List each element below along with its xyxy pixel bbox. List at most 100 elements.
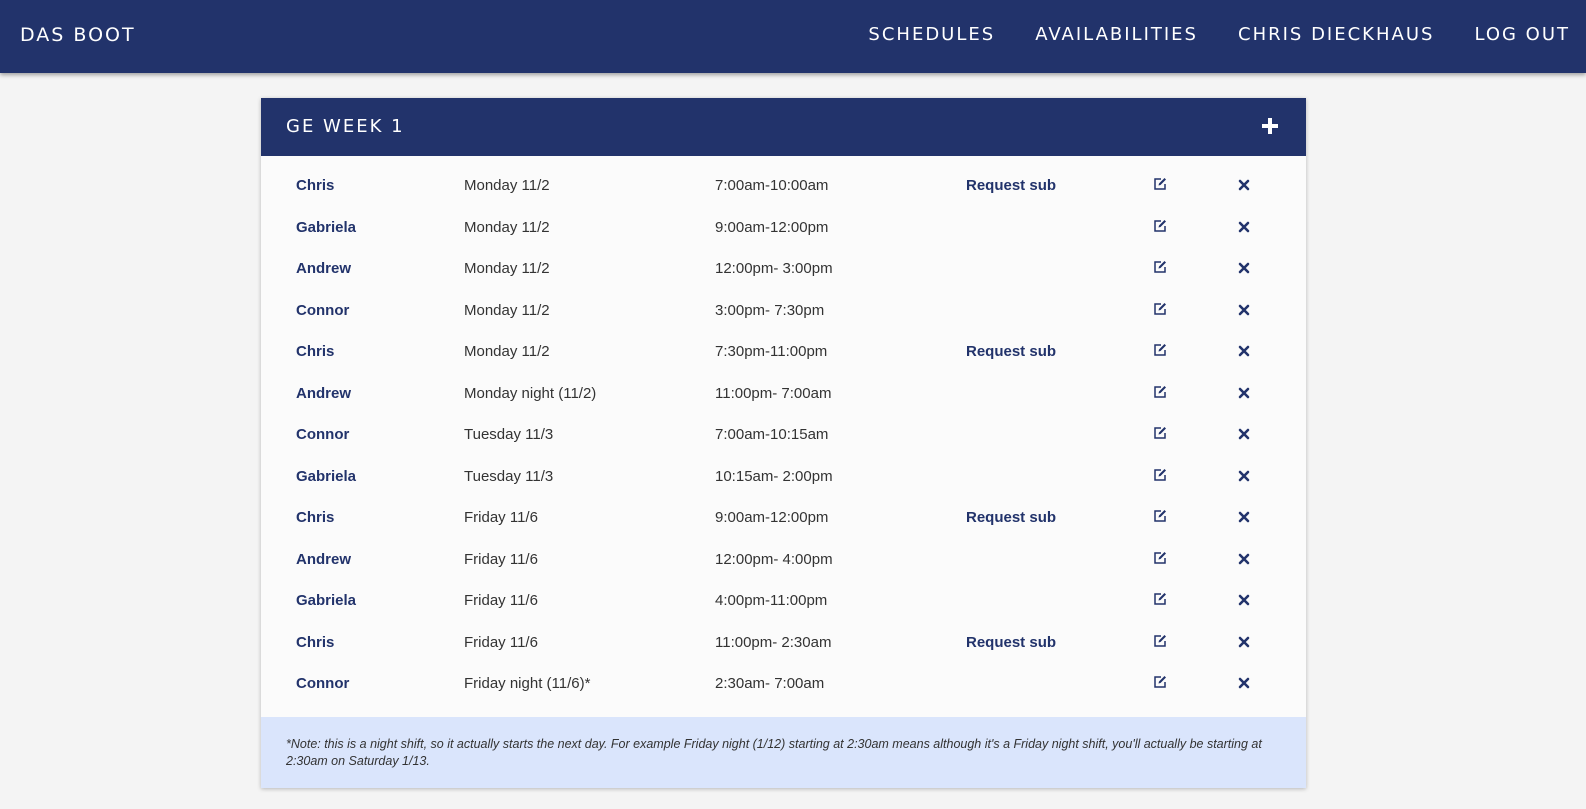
request-sub-link[interactable]: Request sub bbox=[966, 343, 1056, 360]
table-row: Andrew Monday 11/2 12:00pm- 3:00pm bbox=[261, 248, 1306, 290]
shift-time: 4:00pm-11:00pm bbox=[715, 592, 828, 609]
edit-shift-button[interactable] bbox=[1153, 468, 1167, 482]
shift-employee-name: Andrew bbox=[296, 550, 352, 568]
shift-list: Chris Monday 11/2 7:00am-10:00am Request su… bbox=[261, 165, 1306, 705]
shift-time: 7:00am-10:15am bbox=[715, 426, 829, 443]
close-icon bbox=[1238, 677, 1250, 689]
close-icon bbox=[1238, 428, 1250, 440]
delete-shift-button[interactable] bbox=[1238, 386, 1252, 400]
delete-shift-button[interactable] bbox=[1238, 510, 1252, 524]
table-row: Gabriela Friday 11/6 4:00pm-11:00pm bbox=[261, 580, 1306, 622]
panel-title: GE WEEK 1 bbox=[286, 116, 405, 137]
nav-link-availabilities[interactable]: AVAILABILITIES bbox=[1035, 24, 1198, 45]
top-navbar: DAS BOOT SCHEDULES AVAILABILITIES CHRIS … bbox=[0, 0, 1586, 73]
close-icon bbox=[1238, 470, 1250, 481]
shift-time: 7:00am-10:00am bbox=[715, 177, 829, 194]
edit-icon bbox=[1154, 551, 1166, 564]
shift-day: Monday 11/2 bbox=[464, 301, 550, 319]
request-sub-link[interactable]: Request sub bbox=[966, 177, 1056, 194]
delete-shift-button[interactable] bbox=[1238, 427, 1252, 441]
edit-icon bbox=[1154, 344, 1166, 356]
shift-employee-name: Chris bbox=[296, 633, 335, 651]
shift-day: Friday 11/6 bbox=[464, 509, 538, 526]
delete-shift-button[interactable] bbox=[1238, 593, 1252, 607]
shift-employee-name: Andrew bbox=[296, 384, 352, 402]
table-row: Gabriela Tuesday 11/3 10:15am- 2:00pm bbox=[261, 456, 1306, 498]
request-sub-link[interactable]: Request sub bbox=[966, 509, 1056, 526]
edit-shift-button[interactable] bbox=[1153, 219, 1167, 233]
shift-time: 12:00pm- 4:00pm bbox=[715, 550, 833, 568]
delete-shift-button[interactable] bbox=[1238, 635, 1252, 649]
table-row: Connor Monday 11/2 3:00pm- 7:30pm bbox=[261, 290, 1306, 332]
delete-shift-button[interactable] bbox=[1238, 220, 1252, 234]
close-icon bbox=[1238, 262, 1250, 274]
edit-shift-button[interactable] bbox=[1153, 509, 1167, 523]
night-shift-note: *Note: this is a night shift, so it actu… bbox=[261, 717, 1306, 788]
shift-day: Monday night (11/2) bbox=[464, 384, 597, 402]
nav-link-log-out[interactable]: LOG OUT bbox=[1474, 24, 1570, 45]
close-icon bbox=[1238, 553, 1250, 564]
shift-employee-name: Gabriela bbox=[296, 467, 357, 485]
table-row: Connor Tuesday 11/3 7:00am-10:15am bbox=[261, 414, 1306, 456]
delete-shift-button[interactable] bbox=[1238, 552, 1252, 566]
edit-shift-button[interactable] bbox=[1153, 634, 1167, 648]
table-row: Andrew Monday night (11/2) 11:00pm- 7:00am bbox=[261, 373, 1306, 415]
delete-shift-button[interactable] bbox=[1238, 303, 1252, 317]
edit-shift-button[interactable] bbox=[1153, 385, 1167, 399]
close-icon bbox=[1238, 179, 1250, 191]
shift-employee-name: Connor bbox=[296, 426, 350, 443]
edit-shift-button[interactable] bbox=[1153, 675, 1167, 689]
delete-shift-button[interactable] bbox=[1238, 344, 1252, 358]
shift-day: Friday 11/6 bbox=[464, 550, 538, 568]
delete-shift-button[interactable] bbox=[1238, 676, 1252, 690]
shift-day: Monday 11/2 bbox=[464, 177, 550, 194]
delete-shift-button[interactable] bbox=[1238, 178, 1252, 192]
edit-shift-button[interactable] bbox=[1153, 260, 1167, 274]
shift-time: 11:00pm- 7:00am bbox=[715, 384, 832, 402]
brand-link[interactable]: DAS BOOT bbox=[20, 24, 136, 46]
table-row: Chris Monday 11/2 7:30pm-11:00pm Request su… bbox=[261, 331, 1306, 373]
close-icon bbox=[1238, 221, 1250, 232]
add-shift-button[interactable] bbox=[1258, 112, 1282, 140]
edit-shift-button[interactable] bbox=[1153, 551, 1167, 565]
shift-day: Tuesday 11/3 bbox=[464, 467, 554, 485]
schedule-panel: GE WEEK 1 Chris Monday 11/2 7:00am-10:00am… bbox=[261, 98, 1306, 788]
close-icon bbox=[1238, 345, 1250, 357]
edit-icon bbox=[1154, 385, 1166, 398]
request-sub-link[interactable]: Request sub bbox=[966, 634, 1056, 651]
close-icon bbox=[1238, 511, 1250, 523]
shift-day: Friday night (11/6)* bbox=[464, 675, 591, 692]
edit-shift-button[interactable] bbox=[1153, 592, 1167, 606]
shift-day: Friday 11/6 bbox=[464, 592, 538, 609]
edit-icon bbox=[1154, 676, 1166, 688]
edit-icon bbox=[1154, 302, 1166, 315]
table-row: Chris Friday 11/6 11:00pm- 2:30am Request s… bbox=[261, 622, 1306, 664]
shift-time: 11:00pm- 2:30am bbox=[715, 633, 832, 651]
edit-icon bbox=[1154, 593, 1166, 605]
edit-icon bbox=[1154, 510, 1166, 522]
edit-icon bbox=[1154, 261, 1166, 273]
shift-employee-name: Andrew bbox=[296, 260, 352, 277]
edit-icon bbox=[1154, 468, 1166, 481]
edit-shift-button[interactable] bbox=[1153, 426, 1167, 440]
shift-employee-name: Chris bbox=[296, 177, 335, 194]
delete-shift-button[interactable] bbox=[1238, 261, 1252, 275]
shift-employee-name: Chris bbox=[296, 343, 335, 360]
close-icon bbox=[1238, 387, 1250, 398]
note-text: *Note: this is a night shift, so it actu… bbox=[286, 737, 1262, 768]
panel-header: GE WEEK 1 bbox=[261, 98, 1306, 156]
table-row: Gabriela Monday 11/2 9:00am-12:00pm bbox=[261, 207, 1306, 249]
edit-icon bbox=[1154, 219, 1166, 232]
edit-shift-button[interactable] bbox=[1153, 302, 1167, 316]
edit-shift-button[interactable] bbox=[1153, 343, 1167, 357]
delete-shift-button[interactable] bbox=[1238, 469, 1252, 483]
shift-time: 3:00pm- 7:30pm bbox=[715, 301, 825, 319]
nav-link-user-profile[interactable]: CHRIS DIECKHAUS bbox=[1238, 24, 1434, 45]
nav-link-schedules[interactable]: SCHEDULES bbox=[868, 24, 995, 45]
shift-day: Friday 11/6 bbox=[464, 633, 538, 651]
close-icon bbox=[1238, 636, 1250, 647]
edit-shift-button[interactable] bbox=[1153, 177, 1167, 191]
shift-time: 10:15am- 2:00pm bbox=[715, 467, 833, 485]
table-row: Connor Friday night (11/6)* 2:30am- 7:00am bbox=[261, 663, 1306, 705]
plus-icon bbox=[1262, 118, 1278, 134]
